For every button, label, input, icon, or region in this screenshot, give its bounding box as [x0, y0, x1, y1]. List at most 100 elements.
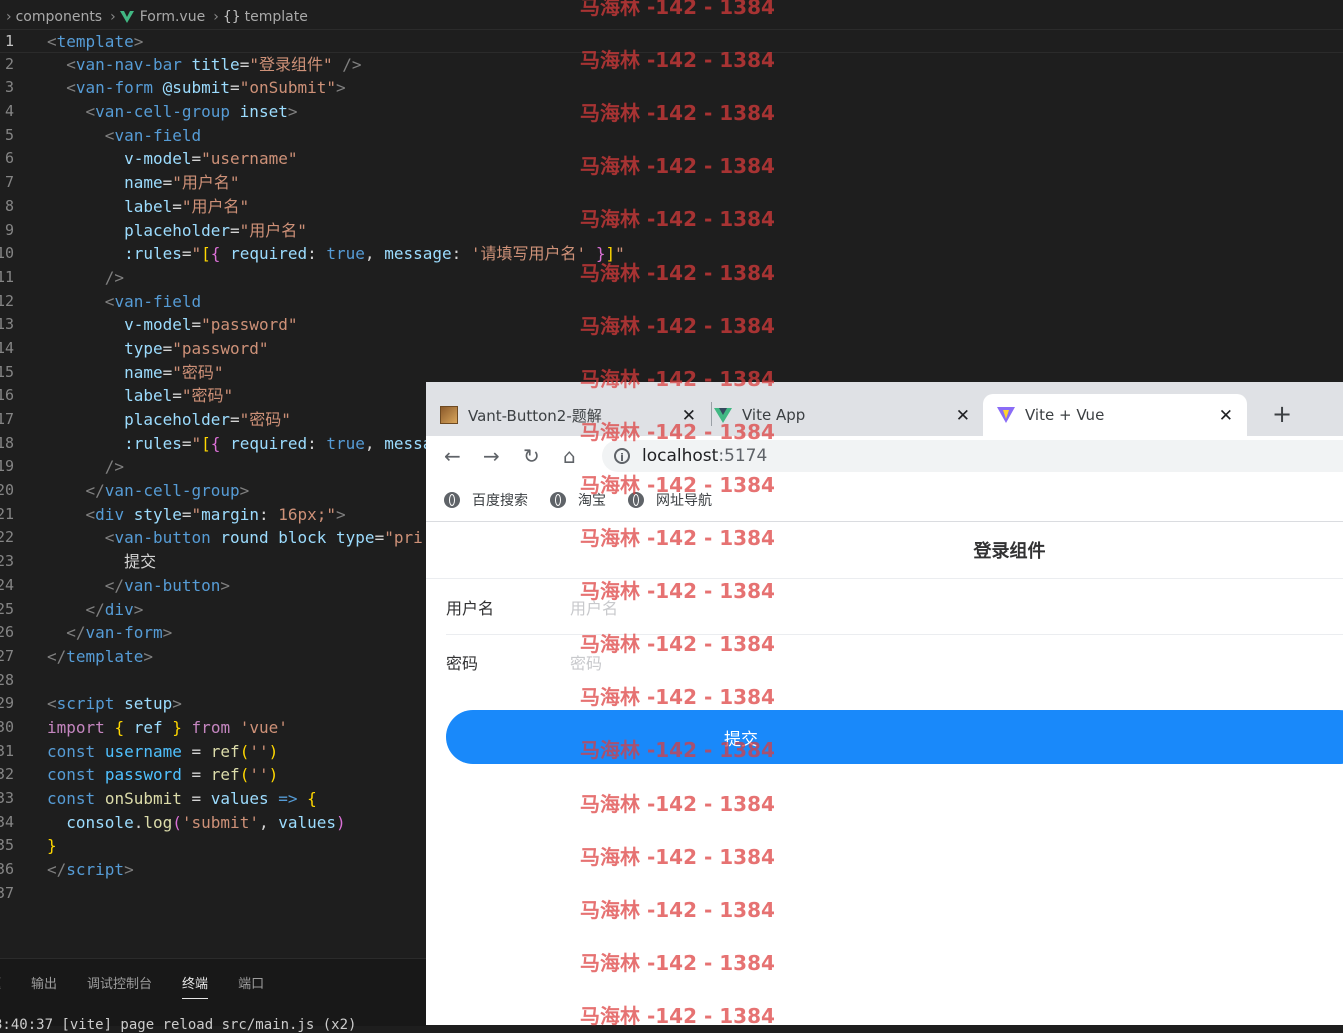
- line-number: 23: [0, 552, 15, 571]
- line-number: 16: [0, 386, 15, 405]
- breadcrumb-components[interactable]: components: [16, 9, 103, 25]
- code-line[interactable]: 21 <div style="margin: 16px;">: [0, 503, 426, 527]
- info-icon[interactable]: i: [614, 448, 630, 464]
- code-text: import { ref } from 'vue': [47, 717, 288, 737]
- breadcrumb-file[interactable]: Form.vue: [140, 9, 206, 25]
- code-text: <van-button round block type="pri: [104, 528, 423, 548]
- line-number: 6: [4, 149, 14, 168]
- code-line[interactable]: 11 />: [0, 266, 426, 290]
- code-line[interactable]: 5 <van-field: [0, 124, 426, 148]
- code-text: }: [47, 836, 57, 856]
- line-number: 32: [0, 765, 15, 784]
- code-line[interactable]: 16 label="密码": [0, 384, 426, 408]
- line-number: 4: [4, 102, 14, 121]
- code-line[interactable]: 7 name="用户名": [0, 171, 426, 195]
- code-line[interactable]: 10 :rules="[{ required: true, message: '…: [0, 242, 625, 266]
- browser-tab[interactable]: Vite App ✕: [714, 394, 984, 436]
- browser-tab[interactable]: Vant-Button2-题解 ✕: [440, 394, 710, 436]
- code-line[interactable]: 26 </van-form>: [0, 621, 426, 645]
- line-number: 22: [0, 528, 15, 547]
- code-line[interactable]: 30 import { ref } from 'vue': [0, 716, 426, 740]
- forward-arrow-icon[interactable]: →: [483, 444, 500, 468]
- code-line[interactable]: 1 <template>: [0, 29, 1343, 53]
- code-line[interactable]: 36 </script>: [0, 858, 426, 882]
- code-line[interactable]: 25 </div>: [0, 598, 426, 622]
- code-line[interactable]: 9 placeholder="用户名": [0, 219, 426, 243]
- code-line[interactable]: 12 <van-field: [0, 290, 426, 314]
- panel-tab[interactable]: 题: [0, 973, 1, 999]
- code-line[interactable]: 33 const onSubmit = values => {: [0, 787, 426, 811]
- code-line[interactable]: 22 <van-button round block type="pri: [0, 526, 426, 550]
- panel-tab[interactable]: 调试控制台: [87, 973, 152, 999]
- code-line[interactable]: 3 <van-form @submit="onSubmit">: [0, 76, 426, 100]
- code-line[interactable]: 13 v-model="password": [0, 313, 426, 337]
- code-line[interactable]: 31 const username = ref(''): [0, 740, 426, 764]
- chevron-right-icon: ›: [6, 9, 12, 25]
- code-text: v-model="password": [124, 315, 298, 335]
- new-tab-button[interactable]: +: [1272, 400, 1292, 428]
- bookmark-item[interactable]: 淘宝: [550, 490, 606, 510]
- close-icon[interactable]: ✕: [956, 406, 970, 426]
- code-text: :rules="[{ required: true, messa: [124, 433, 433, 453]
- code-text: <van-field: [104, 125, 202, 145]
- code-line[interactable]: 24 </van-button>: [0, 574, 426, 598]
- close-icon[interactable]: ✕: [1219, 406, 1233, 426]
- code-line[interactable]: 15 name="密码": [0, 361, 426, 385]
- breadcrumb-template[interactable]: template: [245, 9, 308, 25]
- page-title: 登录组件: [973, 541, 1046, 562]
- panel-tab[interactable]: 终端: [182, 973, 209, 999]
- line-number: 9: [4, 220, 14, 239]
- code-line[interactable]: 35}: [0, 834, 426, 858]
- browser-toolbar: ← → ↻ ⌂ i localhost:5174: [426, 436, 1343, 478]
- code-text: const username = ref(''): [47, 741, 279, 761]
- reload-icon[interactable]: ↻: [523, 444, 540, 468]
- panel-tab[interactable]: 端口: [238, 973, 264, 999]
- code-line[interactable]: 2 <van-nav-bar title="登录组件" />: [0, 53, 426, 77]
- code-line[interactable]: 19 />: [0, 455, 426, 479]
- code-line[interactable]: 20 </van-cell-group>: [0, 479, 426, 503]
- code-line[interactable]: 6 v-model="username": [0, 147, 426, 171]
- terminal-output: 3:40:37 [vite] page reload src/main.js (…: [0, 1017, 357, 1033]
- bookmark-item[interactable]: 网址导航: [628, 490, 712, 510]
- line-number: 8: [4, 196, 14, 215]
- bookmark-item[interactable]: 百度搜索: [444, 490, 528, 510]
- browser-tab-active[interactable]: Vite + Vue ✕: [983, 394, 1247, 436]
- back-arrow-icon[interactable]: ←: [444, 444, 461, 468]
- code-line[interactable]: 27 </template>: [0, 645, 426, 669]
- code-line[interactable]: 14 type="password": [0, 337, 426, 361]
- address-bar[interactable]: i localhost:5174: [602, 440, 1343, 472]
- line-number: 24: [0, 575, 15, 594]
- panel-tab[interactable]: 输出: [31, 973, 57, 999]
- code-line[interactable]: 29 <script setup>: [0, 692, 426, 716]
- close-icon[interactable]: ✕: [682, 406, 696, 426]
- line-number: 11: [0, 267, 15, 286]
- line-number: 20: [0, 481, 15, 500]
- code-line[interactable]: 18 :rules="[{ required: true, messa: [0, 432, 432, 456]
- code-line[interactable]: 8 label="用户名": [0, 195, 426, 219]
- code-line[interactable]: 28: [0, 669, 426, 693]
- code-line[interactable]: 17 placeholder="密码": [0, 408, 426, 432]
- password-field[interactable]: 密码 密码: [446, 635, 1343, 689]
- line-number: 15: [0, 362, 15, 381]
- vite-icon: [997, 407, 1015, 423]
- code-line[interactable]: 32 const password = ref(''): [0, 763, 426, 787]
- code-line[interactable]: 34 console.log('submit', values): [0, 811, 426, 835]
- nav-bar: 登录组件: [426, 522, 1343, 579]
- line-number: 3: [4, 78, 14, 97]
- home-icon[interactable]: ⌂: [563, 444, 576, 468]
- password-input[interactable]: 密码: [570, 650, 602, 674]
- code-area[interactable]: 1 <template> 2 <van-nav-bar title="登录组件" /…: [0, 29, 1343, 906]
- code-text: <van-field: [104, 291, 202, 311]
- code-line[interactable]: 4 <van-cell-group inset>: [0, 100, 426, 124]
- globe-icon: [444, 491, 460, 508]
- vue-icon: [714, 407, 732, 423]
- code-text: type="password": [124, 338, 269, 358]
- code-line[interactable]: 37: [0, 882, 426, 906]
- tab-divider: [711, 402, 712, 426]
- username-input[interactable]: 用户名: [570, 595, 618, 619]
- code-line[interactable]: 23 提交: [0, 550, 426, 574]
- code-text: name="用户名": [124, 173, 240, 193]
- submit-button[interactable]: 提交: [446, 710, 1343, 764]
- bookmarks-bar: 百度搜索 淘宝 网址导航: [426, 478, 1343, 522]
- username-field[interactable]: 用户名 用户名: [446, 580, 1343, 635]
